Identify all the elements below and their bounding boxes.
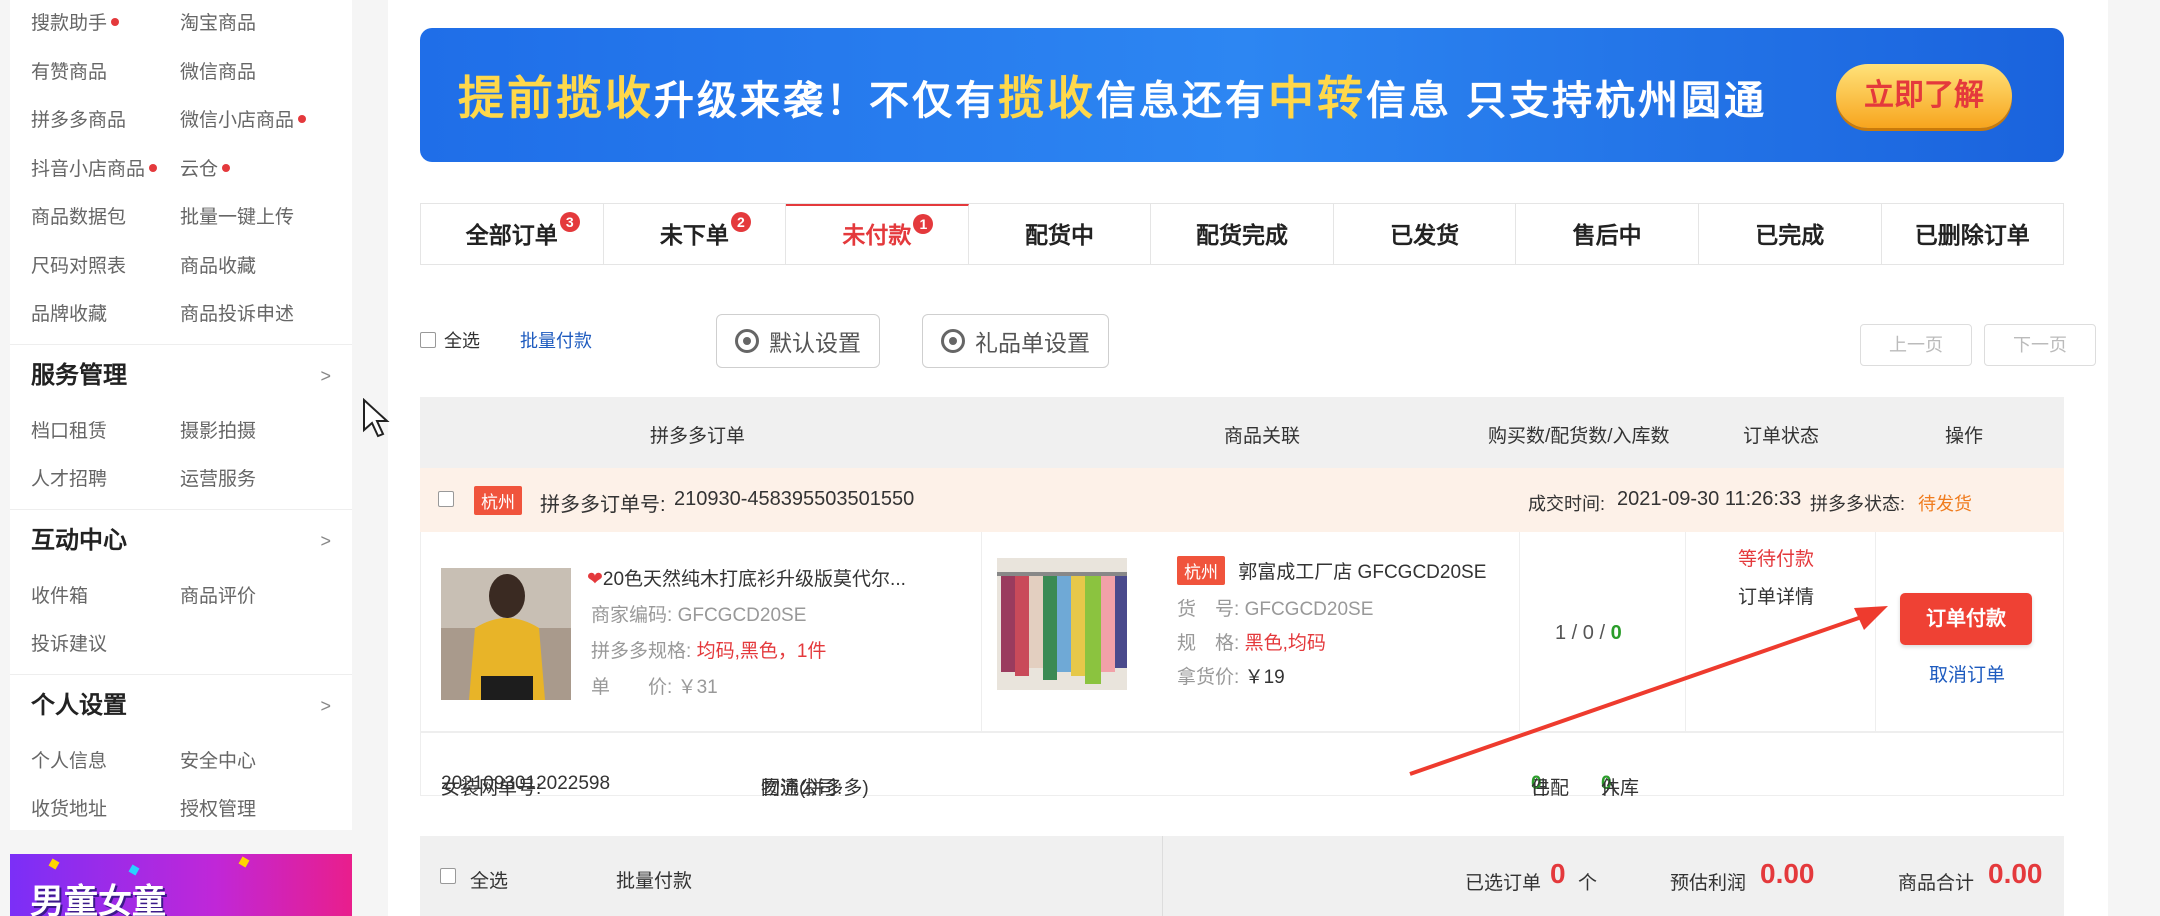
selected-orders-count: 0 <box>1550 858 1566 889</box>
sidebar-interact-links: 收件箱 商品评价 投诉建议 <box>10 573 352 670</box>
sidebar-item-brand-favorites[interactable]: 品牌收藏 <box>31 291 180 340</box>
sidebar-promo-banner[interactable]: 男童女童 <box>10 854 352 916</box>
new-dot-icon <box>298 115 307 123</box>
sidebar-service-links: 档口租赁 摄影拍摄 人才招聘 运营服务 <box>10 408 352 505</box>
sidebar-item-batch-upload[interactable]: 批量一键上传 <box>180 194 329 243</box>
sidebar: 搜款助手 淘宝商品 有赞商品 微信商品 拼多多商品 微信小店商品 抖音小店商品 … <box>10 0 352 830</box>
total-value: 0.00 <box>1988 858 2043 889</box>
sidebar-item-product-complaint[interactable]: 商品投诉申述 <box>180 291 329 340</box>
bottom-select-all-checkbox[interactable] <box>440 868 456 884</box>
sidebar-item-recruitment[interactable]: 人才招聘 <box>31 456 180 505</box>
sidebar-item-photography[interactable]: 摄影拍摄 <box>180 408 329 457</box>
sidebar-item-personal-info[interactable]: 个人信息 <box>31 738 180 787</box>
chevron-right-icon: > <box>320 531 331 551</box>
sidebar-item-operation-service[interactable]: 运营服务 <box>180 456 329 505</box>
bottom-summary-bar: 全选 批量付款 已选订单 0 个 预估利润 0.00 商品合计 0.00 <box>420 836 2064 916</box>
confetti-icon <box>238 856 250 868</box>
sidebar-item-size-chart[interactable]: 尺码对照表 <box>31 243 180 292</box>
sidebar-section-interact[interactable]: 互动中心 > <box>10 508 352 573</box>
sidebar-item-product-reviews[interactable]: 商品评价 <box>180 573 329 622</box>
bottom-batch-pay-link[interactable]: 批量付款 <box>616 866 692 893</box>
sidebar-item-pdd-products[interactable]: 拼多多商品 <box>31 97 180 146</box>
new-dot-icon <box>149 163 158 172</box>
mouse-cursor-icon <box>363 398 390 438</box>
sidebar-item-search-assistant[interactable]: 搜款助手 <box>31 0 180 49</box>
new-dot-icon <box>222 163 231 172</box>
sidebar-item-inbox[interactable]: 收件箱 <box>31 573 180 622</box>
profit-value: 0.00 <box>1760 858 1815 889</box>
annotation-arrow-icon <box>1409 606 1888 776</box>
section-title: 个人设置 <box>31 692 127 719</box>
sidebar-personal-links: 个人信息 安全中心 收货地址 授权管理 <box>10 738 352 835</box>
selected-orders-label: 已选订单 <box>1465 873 1542 894</box>
sidebar-item-wechat-products[interactable]: 微信商品 <box>180 49 329 98</box>
sidebar-section-personal[interactable]: 个人设置 > <box>10 673 352 738</box>
sidebar-item-product-favorites[interactable]: 商品收藏 <box>180 243 329 292</box>
total-label: 商品合计 <box>1898 873 1975 894</box>
confetti-icon <box>48 858 60 870</box>
sidebar-item-taobao-products[interactable]: 淘宝商品 <box>180 0 329 49</box>
sidebar-item-feedback[interactable]: 投诉建议 <box>31 621 180 670</box>
sidebar-item-shipping-address[interactable]: 收货地址 <box>31 786 180 835</box>
sidebar-item-security-center[interactable]: 安全中心 <box>180 738 329 787</box>
sidebar-item-douyin-shop-products[interactable]: 抖音小店商品 <box>31 146 180 195</box>
new-dot-icon <box>111 18 120 26</box>
sidebar-item-stall-rental[interactable]: 档口租赁 <box>31 408 180 457</box>
profit-label: 预估利润 <box>1670 873 1747 894</box>
sidebar-item-wechat-shop-products[interactable]: 微信小店商品 <box>180 97 329 146</box>
sidebar-item-cloud-warehouse[interactable]: 云仓 <box>180 146 329 195</box>
sidebar-item-product-data-pack[interactable]: 商品数据包 <box>31 194 180 243</box>
sidebar-product-links: 搜款助手 淘宝商品 有赞商品 微信商品 拼多多商品 微信小店商品 抖音小店商品 … <box>10 0 352 340</box>
section-title: 服务管理 <box>31 362 127 389</box>
sidebar-item-youzan-products[interactable]: 有赞商品 <box>31 49 180 98</box>
promo-text: 男童女童 <box>30 883 166 916</box>
sidebar-item-authorization[interactable]: 授权管理 <box>180 786 329 835</box>
chevron-right-icon: > <box>320 366 331 386</box>
section-title: 互动中心 <box>31 527 127 554</box>
bottom-select-all-label: 全选 <box>470 871 509 892</box>
sidebar-section-service[interactable]: 服务管理 > <box>10 343 352 408</box>
chevron-right-icon: > <box>320 696 331 716</box>
main-content: 提前揽收升级来袭！不仅有揽收信息还有中转信息 只支持杭州圆通 立即了解 全部订单… <box>388 0 2108 916</box>
